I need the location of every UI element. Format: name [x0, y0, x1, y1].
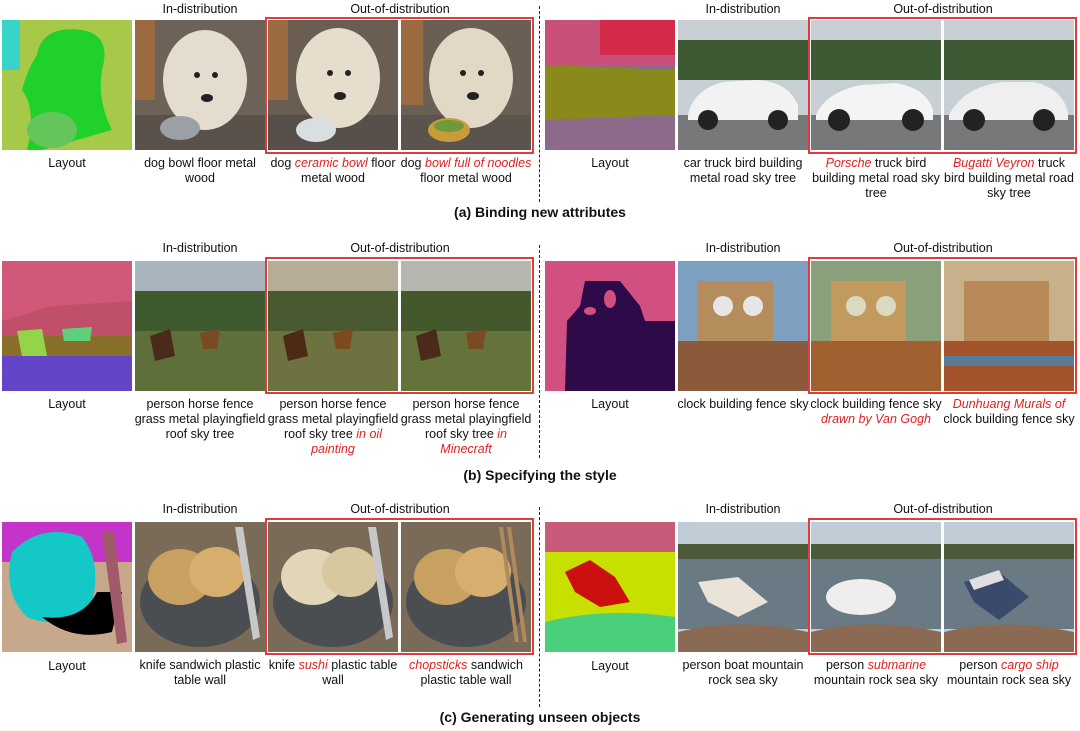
caption-layout: Layout	[591, 659, 629, 673]
caption-highlight: ceramic bowl	[294, 156, 368, 170]
header-in-distribution: In-distribution	[162, 241, 238, 255]
caption: clock building fence sky drawn by Van Go…	[809, 397, 943, 427]
cargo-ship-photo	[944, 522, 1074, 652]
caption: dog bowl floor metal wood	[133, 156, 267, 186]
header-in-distribution: In-distribution	[705, 2, 781, 16]
caption: car truck bird building metal road sky t…	[676, 156, 810, 186]
caption-text: knife	[268, 658, 299, 672]
dog-ceramic-bowl-photo	[268, 20, 398, 150]
header-in-distribution: In-distribution	[162, 502, 238, 516]
horse-minecraft-photo	[401, 261, 531, 391]
caption-highlight: cargo ship	[1001, 658, 1059, 672]
layout-image	[545, 20, 675, 150]
caption: person submarine mountain rock sea sky	[809, 658, 943, 688]
clock-building-photo	[678, 261, 808, 391]
header-in-distribution: In-distribution	[162, 2, 238, 16]
header-out-of-distribution: Out-of-distribution	[893, 241, 993, 255]
caption-text: clock building fence sky	[810, 397, 942, 411]
boat-photo	[678, 522, 808, 652]
caption-text: mountain rock sea sky	[946, 673, 1072, 687]
caption-highlight: sushi	[298, 658, 328, 672]
section-divider	[539, 245, 540, 458]
caption-text: person horse fence grass metal playingfi…	[400, 397, 532, 441]
caption-text: plastic table wall	[322, 658, 398, 687]
caption-text: dog bowl floor metal wood	[144, 156, 256, 185]
caption-text: person boat mountain rock sea sky	[682, 658, 804, 687]
layout-image	[545, 522, 675, 652]
caption: person horse fence grass metal playingfi…	[266, 397, 400, 457]
caption-layout: Layout	[48, 156, 86, 170]
dog-noodle-bowl-photo	[401, 20, 531, 150]
header-out-of-distribution: Out-of-distribution	[350, 2, 450, 16]
caption-text: floor metal wood	[420, 171, 512, 185]
submarine-photo	[811, 522, 941, 652]
caption: dog ceramic bowl floor metal wood	[266, 156, 400, 186]
section-divider	[539, 6, 540, 202]
clock-building-van-gogh-photo	[811, 261, 941, 391]
header-in-distribution: In-distribution	[705, 241, 781, 255]
caption: Bugatti Veyron truck bird building metal…	[942, 156, 1076, 201]
chopsticks-photo	[401, 522, 531, 652]
caption-text: clock building fence sky	[677, 397, 809, 411]
layout-image	[545, 261, 675, 391]
layout-image	[2, 522, 132, 652]
caption-layout: Layout	[591, 156, 629, 170]
horse-photo	[135, 261, 265, 391]
caption-highlight: chopsticks	[409, 658, 468, 672]
caption-text: knife sandwich plastic table wall	[139, 658, 261, 687]
caption-text: clock building fence sky	[943, 412, 1075, 426]
caption-layout: Layout	[591, 397, 629, 411]
caption-text: dog	[400, 156, 425, 170]
caption-text: dog	[270, 156, 295, 170]
header-out-of-distribution: Out-of-distribution	[893, 502, 993, 516]
bugatti-veyron-photo	[944, 20, 1074, 150]
caption: person horse fence grass metal playingfi…	[399, 397, 533, 457]
header-out-of-distribution: Out-of-distribution	[893, 2, 993, 16]
sandwich-photo	[135, 522, 265, 652]
caption-text: person	[959, 658, 1001, 672]
section-title: (b) Specifying the style	[463, 467, 617, 483]
caption-highlight: Dunhuang Murals of	[952, 397, 1066, 411]
caption-highlight: bowl full of noodles	[425, 156, 532, 170]
header-in-distribution: In-distribution	[705, 502, 781, 516]
caption-highlight: Bugatti Veyron	[952, 156, 1035, 170]
header-out-of-distribution: Out-of-distribution	[350, 241, 450, 255]
caption: Dunhuang Murals of clock building fence …	[942, 397, 1076, 427]
section-title: (c) Generating unseen objects	[439, 709, 641, 725]
section-divider	[539, 507, 540, 707]
dog-photo	[135, 20, 265, 150]
caption: knife sushi plastic table wall	[266, 658, 400, 688]
caption-text: mountain rock sea sky	[813, 673, 939, 687]
caption-highlight: drawn by Van Gogh	[820, 412, 932, 426]
caption: knife sandwich plastic table wall	[133, 658, 267, 688]
section-title: (a) Binding new attributes	[454, 204, 626, 220]
caption: clock building fence sky	[676, 397, 810, 412]
caption: dog bowl full of noodles floor metal woo…	[399, 156, 533, 186]
sushi-photo	[268, 522, 398, 652]
caption: chopsticks sandwich plastic table wall	[399, 658, 533, 688]
header-out-of-distribution: Out-of-distribution	[350, 502, 450, 516]
caption-layout: Layout	[48, 659, 86, 673]
caption-text: car truck bird building metal road sky t…	[683, 156, 803, 185]
caption: person cargo ship mountain rock sea sky	[942, 658, 1076, 688]
horse-oil-painting-photo	[268, 261, 398, 391]
caption-text: person	[825, 658, 868, 672]
layout-image	[2, 261, 132, 391]
caption: person boat mountain rock sea sky	[676, 658, 810, 688]
porsche-photo	[811, 20, 941, 150]
layout-image	[2, 20, 132, 150]
caption-highlight: Porsche	[825, 156, 872, 170]
caption: Porsche truck bird building metal road s…	[809, 156, 943, 201]
car-photo	[678, 20, 808, 150]
caption-text: person horse fence grass metal playingfi…	[134, 397, 266, 441]
caption: person horse fence grass metal playingfi…	[133, 397, 267, 442]
clock-building-dunhuang-photo	[944, 261, 1074, 391]
caption-highlight: submarine	[867, 658, 927, 672]
caption-layout: Layout	[48, 397, 86, 411]
